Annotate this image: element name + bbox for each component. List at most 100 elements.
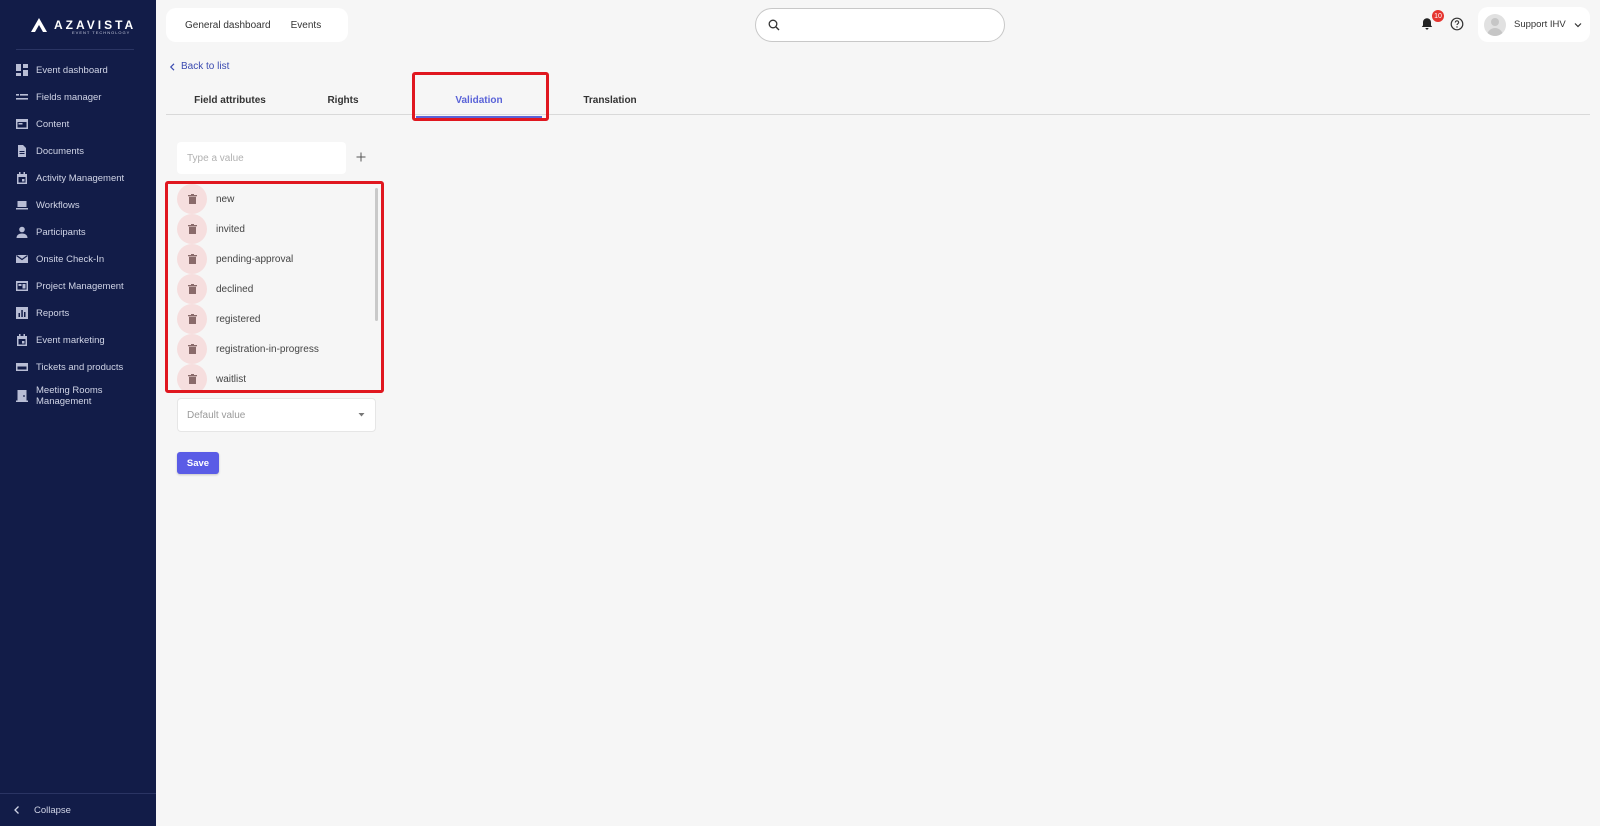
value-label: invited xyxy=(216,223,245,235)
person-icon xyxy=(16,226,28,238)
sidebar: AZAVISTA EVENT TECHNOLOGY Event dashboar… xyxy=(0,0,156,826)
sidebar-item-label: Tickets and products xyxy=(36,361,124,373)
sidebar-item-event-marketing[interactable]: Event marketing xyxy=(0,328,156,352)
tab-translation[interactable]: Translation xyxy=(570,86,650,115)
value-label: pending-approval xyxy=(216,253,294,265)
sidebar-item-workflows[interactable]: Workflows xyxy=(0,193,156,217)
delete-button[interactable] xyxy=(177,274,207,304)
sidebar-item-event-dashboard[interactable]: Event dashboard xyxy=(0,58,156,82)
sidebar-item-documents[interactable]: Documents xyxy=(0,139,156,163)
top-bar: General dashboard Events 10 Support IHV xyxy=(156,0,1600,50)
events-link[interactable]: Events xyxy=(291,20,322,31)
sidebar-item-participants[interactable]: Participants xyxy=(0,220,156,244)
list-item: waitlist xyxy=(177,364,247,390)
document-icon xyxy=(16,145,28,157)
value-input[interactable] xyxy=(177,142,346,174)
delete-button[interactable] xyxy=(177,364,207,390)
delete-button[interactable] xyxy=(177,304,207,334)
calendar-icon xyxy=(16,334,28,346)
board-icon xyxy=(16,280,28,292)
sidebar-item-activity-management[interactable]: Activity Management xyxy=(0,166,156,190)
sidebar-item-label: Fields manager xyxy=(36,91,102,103)
list-item: declined xyxy=(177,274,253,304)
sidebar-item-content[interactable]: Content xyxy=(0,112,156,136)
default-value-select[interactable]: Default value xyxy=(177,398,376,432)
help-icon[interactable] xyxy=(1450,17,1464,31)
trash-icon xyxy=(187,194,197,204)
sidebar-item-label: Event dashboard xyxy=(36,64,108,76)
search-bar[interactable] xyxy=(755,8,1005,42)
sidebar-item-label: Documents xyxy=(36,145,85,157)
delete-button[interactable] xyxy=(177,244,207,274)
default-value-placeholder: Default value xyxy=(187,409,246,421)
tab-bar: Field attributes Rights Validation Trans… xyxy=(166,86,1590,118)
delete-button[interactable] xyxy=(177,334,207,364)
list-item: registered xyxy=(177,304,260,334)
add-value-button[interactable] xyxy=(355,150,367,164)
notification-badge: 10 xyxy=(1432,10,1444,22)
sidebar-item-label: Content xyxy=(36,118,70,130)
sidebar-item-tickets-and-products[interactable]: Tickets and products xyxy=(0,355,156,379)
list-item: new xyxy=(177,184,234,214)
plus-icon xyxy=(356,152,366,162)
tab-rights[interactable]: Rights xyxy=(318,86,368,115)
search-input[interactable] xyxy=(786,19,986,31)
content-icon xyxy=(16,118,28,130)
chevron-down-icon xyxy=(1574,22,1582,27)
value-label: waitlist xyxy=(216,373,247,385)
back-to-list-link[interactable]: Back to list xyxy=(169,61,229,72)
collapse-label: Collapse xyxy=(34,804,71,816)
brand-tagline: EVENT TECHNOLOGY xyxy=(72,30,131,35)
scrollbar[interactable] xyxy=(375,188,378,321)
sidebar-item-fields-manager[interactable]: Fields manager xyxy=(0,85,156,109)
laptop-icon xyxy=(16,199,28,211)
chevron-left-icon xyxy=(14,806,19,814)
delete-button[interactable] xyxy=(177,214,207,244)
dashboard-icon xyxy=(16,64,28,76)
tab-validation[interactable]: Validation xyxy=(416,86,542,118)
tab-field-attributes[interactable]: Field attributes xyxy=(176,86,284,115)
values-list: new invited pending-approval declined re… xyxy=(165,181,384,393)
room-icon xyxy=(16,390,28,402)
collapse-button[interactable]: Collapse xyxy=(0,793,156,826)
general-dashboard-link[interactable]: General dashboard xyxy=(185,20,271,31)
calendar-icon xyxy=(16,172,28,184)
trash-icon xyxy=(187,314,197,324)
fields-icon xyxy=(16,91,28,103)
logo-icon xyxy=(31,18,47,32)
trash-icon xyxy=(187,254,197,264)
value-label: registration-in-progress xyxy=(216,343,319,355)
value-label: declined xyxy=(216,283,254,295)
list-item: invited xyxy=(177,214,245,244)
value-label: new xyxy=(216,193,235,205)
list-item: pending-approval xyxy=(177,244,293,274)
card-icon xyxy=(16,361,28,373)
sidebar-item-label: Meeting Rooms Management xyxy=(36,385,103,407)
sidebar-item-label: Event marketing xyxy=(36,334,105,346)
divider xyxy=(16,49,134,50)
delete-button[interactable] xyxy=(177,184,207,214)
avatar xyxy=(1484,13,1506,36)
mail-icon xyxy=(16,253,28,265)
list-item: registration-in-progress xyxy=(177,334,319,364)
trash-icon xyxy=(187,224,197,234)
sidebar-item-meeting-rooms-management[interactable]: Meeting Rooms Management xyxy=(0,379,156,413)
user-name: Support IHV xyxy=(1514,19,1566,30)
sidebar-item-project-management[interactable]: Project Management xyxy=(0,274,156,298)
sidebar-item-label: Workflows xyxy=(36,199,80,211)
trash-icon xyxy=(187,344,197,354)
save-button[interactable]: Save xyxy=(177,452,219,474)
sidebar-item-label: Project Management xyxy=(36,280,124,292)
back-label: Back to list xyxy=(181,61,230,72)
chevron-left-icon xyxy=(169,62,175,71)
chart-icon xyxy=(16,307,28,319)
caret-down-icon xyxy=(358,413,365,417)
sidebar-item-onsite-check-in[interactable]: Onsite Check-In xyxy=(0,247,156,271)
sidebar-item-label: Activity Management xyxy=(36,172,125,184)
value-label: registered xyxy=(216,313,261,325)
search-icon xyxy=(768,19,780,31)
trash-icon xyxy=(187,374,197,384)
trash-icon xyxy=(187,284,197,294)
user-menu[interactable]: Support IHV xyxy=(1478,7,1590,42)
sidebar-item-reports[interactable]: Reports xyxy=(0,301,156,325)
